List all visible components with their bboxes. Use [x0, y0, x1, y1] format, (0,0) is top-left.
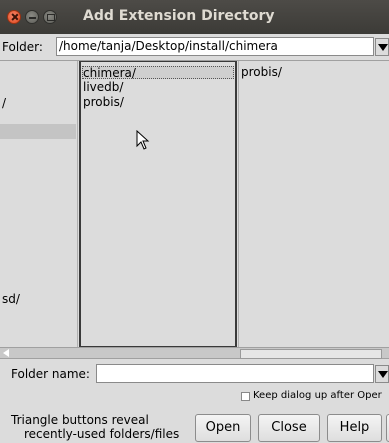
folder-name-input[interactable] — [96, 364, 374, 383]
folder-row: Folder: /home/tanja/Desktop/install/chim… — [0, 37, 389, 57]
folder-path-field[interactable]: /home/tanja/Desktop/install/chimera — [56, 37, 374, 56]
horizontal-scrollbar[interactable] — [0, 347, 389, 359]
window-title: Add Extension Directory — [83, 8, 275, 24]
folder-name-row: Folder name: — [0, 364, 389, 384]
list-item[interactable]: sd/ — [2, 292, 20, 306]
browser-column-parent[interactable]: / sd/ — [0, 61, 78, 348]
browser-column-child[interactable]: probis/ — [238, 61, 389, 348]
list-item[interactable]: / — [2, 96, 6, 110]
mouse-pointer-icon — [136, 130, 150, 150]
title-bar: Add Extension Directory — [0, 0, 389, 34]
keep-dialog-label: Keep dialog up after Oper — [253, 390, 382, 401]
list-item-selected[interactable]: chimera/ — [83, 66, 136, 80]
directory-browser: / sd/ chimera/ livedb/ probis/ probis/ — [0, 60, 389, 348]
hint-line-2: recently-used folders/files — [24, 427, 180, 441]
maximize-icon[interactable] — [43, 10, 57, 24]
list-item[interactable]: probis/ — [83, 95, 124, 109]
list-item[interactable]: livedb/ — [83, 80, 123, 94]
close-button[interactable]: Close — [258, 414, 320, 442]
scrollbar-thumb[interactable] — [240, 349, 382, 359]
folder-name-triangle-icon[interactable] — [375, 365, 389, 383]
keep-dialog-row: Keep dialog up after Oper — [0, 390, 389, 404]
list-item[interactable]: probis/ — [241, 65, 282, 79]
hint-line-1: Triangle buttons reveal — [11, 413, 149, 427]
keep-dialog-checkbox[interactable] — [241, 392, 250, 401]
folder-label: Folder: — [2, 40, 43, 54]
scroll-left-arrow-icon[interactable] — [3, 349, 9, 357]
hint-text: Triangle buttons reveal recently-used fo… — [11, 413, 179, 441]
minimize-icon[interactable] — [25, 10, 39, 24]
close-icon[interactable] — [7, 10, 21, 24]
folder-history-triangle-icon[interactable] — [375, 38, 389, 56]
help-button[interactable]: Help — [327, 414, 382, 442]
folder-name-label: Folder name: — [11, 367, 90, 381]
open-button[interactable]: Open — [195, 414, 251, 442]
parent-selection-band — [0, 124, 76, 139]
browser-column-current[interactable]: chimera/ livedb/ probis/ — [79, 61, 237, 348]
